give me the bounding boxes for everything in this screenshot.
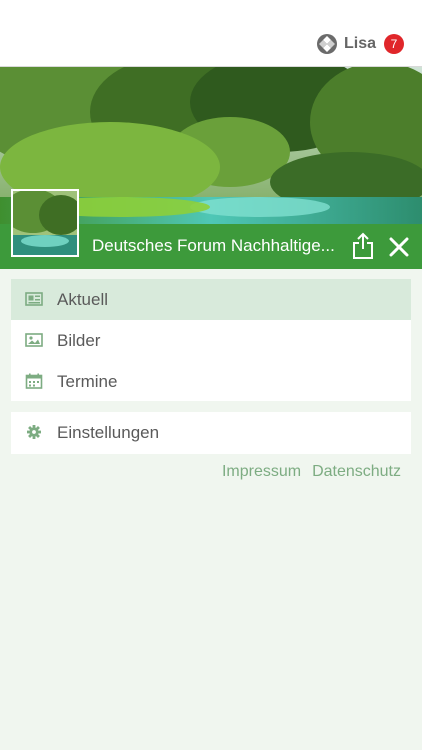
gear-icon xyxy=(27,425,41,439)
impressum-link[interactable]: Impressum xyxy=(222,463,301,481)
datenschutz-link[interactable]: Datenschutz xyxy=(312,463,401,481)
main-menu: Aktuell Bilder Termine xyxy=(11,279,411,401)
menu-item-label: Bilder xyxy=(57,330,101,350)
group-title: Deutsches Forum Nachhaltige... xyxy=(92,236,335,255)
menu-item-einstellungen[interactable]: Einstellungen xyxy=(11,412,411,453)
footer-links: Impressum Datenschutz xyxy=(222,463,401,481)
menu-item-termine[interactable]: Termine xyxy=(11,361,411,402)
menu-item-label: Aktuell xyxy=(57,289,109,309)
group-thumbnail xyxy=(11,189,79,257)
notification-badge[interactable]: 7 xyxy=(384,34,404,54)
menu-item-label: Termine xyxy=(57,371,118,391)
image-icon xyxy=(25,333,43,347)
menu-item-aktuell[interactable]: Aktuell xyxy=(11,279,411,320)
menu-item-label: Einstellungen xyxy=(57,422,160,442)
calendar-icon xyxy=(25,373,43,389)
close-icon[interactable] xyxy=(386,234,412,260)
user-avatar-icon xyxy=(316,34,337,54)
newspaper-icon xyxy=(25,292,43,306)
user-account[interactable]: Lisa 7 xyxy=(316,33,404,55)
user-name[interactable]: Lisa xyxy=(344,35,376,53)
menu-item-bilder[interactable]: Bilder xyxy=(11,320,411,361)
share-icon[interactable] xyxy=(351,232,375,260)
top-bar: Lisa 7 xyxy=(0,0,422,67)
settings-menu: Einstellungen xyxy=(11,412,411,454)
